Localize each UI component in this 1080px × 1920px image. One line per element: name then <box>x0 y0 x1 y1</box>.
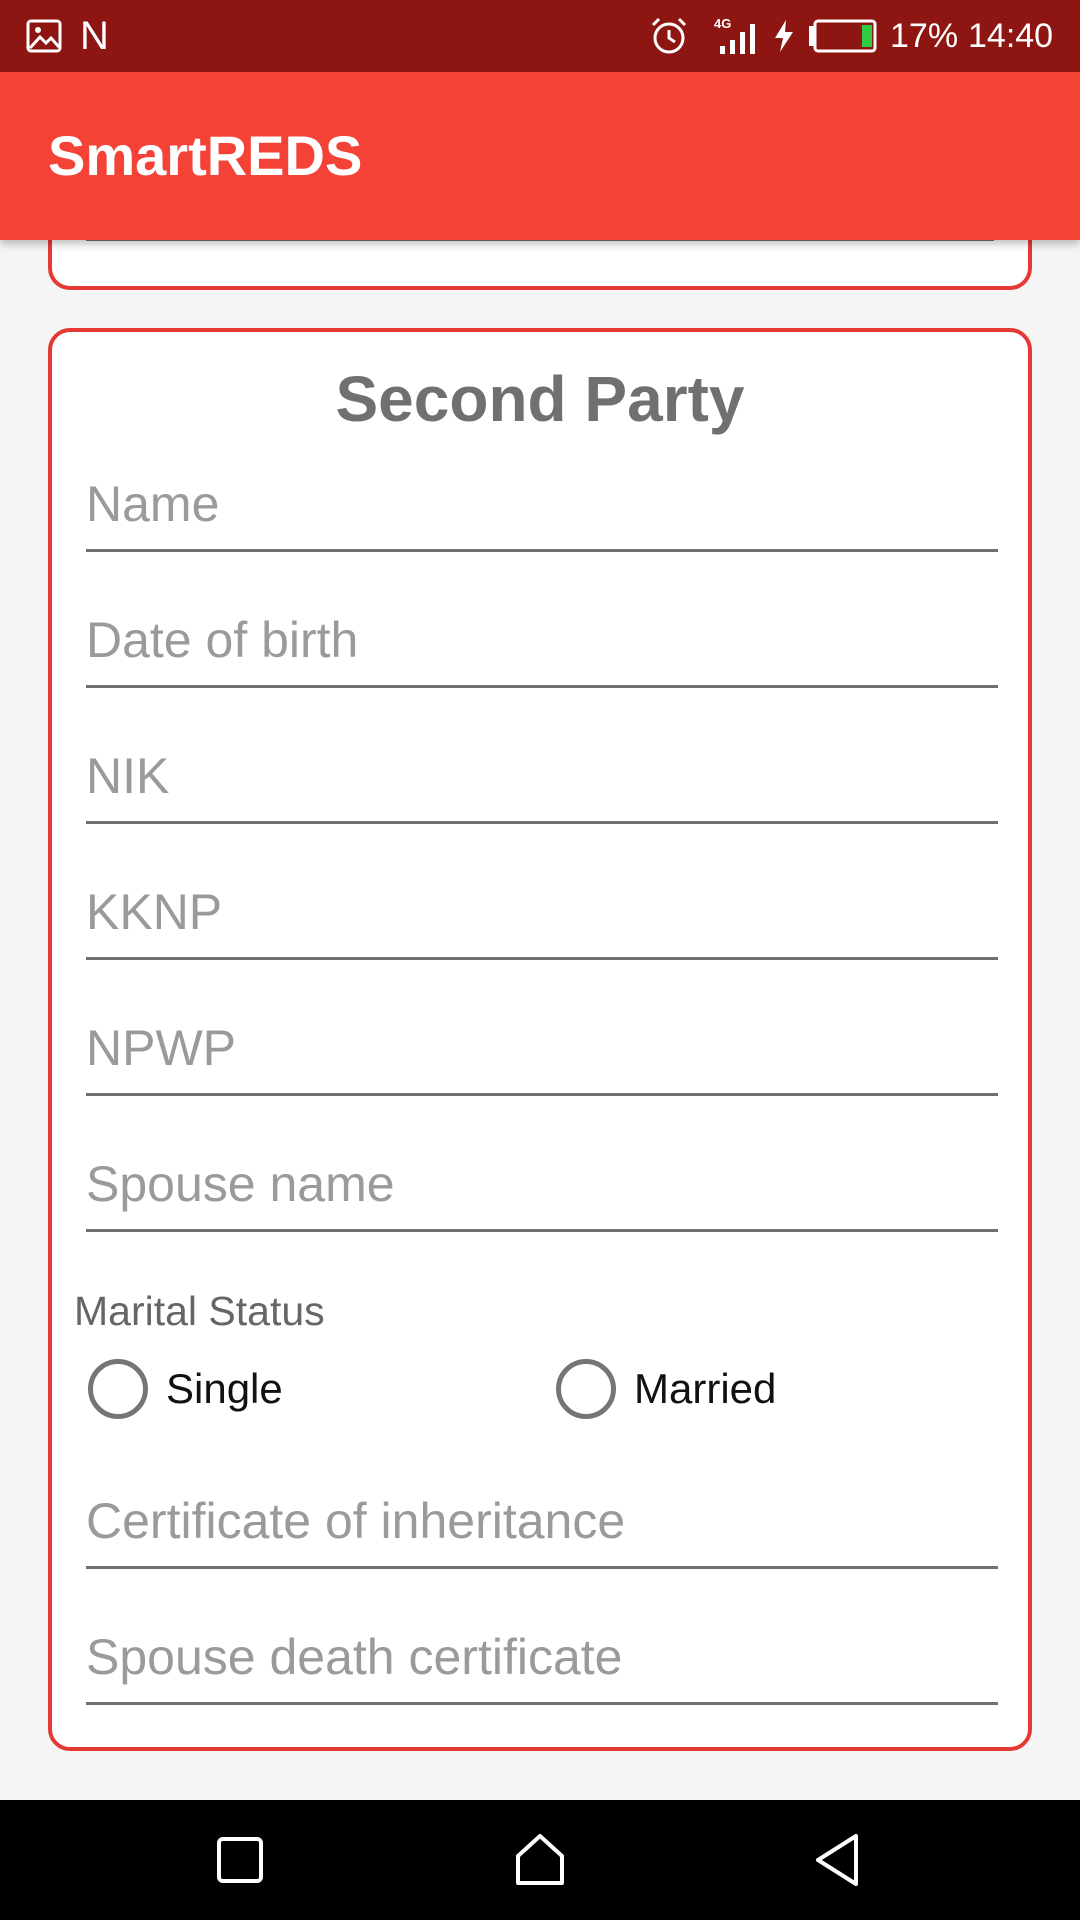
radio-single-label[interactable]: Single <box>166 1365 283 1413</box>
status-bar: N 4G 17% 14:40 <box>0 0 1080 72</box>
kknp-field[interactable] <box>86 880 998 960</box>
n-notification-icon: N <box>80 13 109 58</box>
app-bar: SmartREDS <box>0 72 1080 240</box>
image-icon <box>26 0 62 72</box>
radio-single[interactable]: Single <box>88 1354 283 1424</box>
npwp-field[interactable] <box>86 1016 998 1096</box>
radio-unchecked-icon[interactable] <box>556 1359 616 1419</box>
name-field[interactable] <box>86 472 998 552</box>
marital-status-label: Marital Status <box>74 1288 325 1334</box>
back-icon[interactable] <box>808 1830 868 1890</box>
nik-field[interactable] <box>86 744 998 824</box>
card-title: Second Party <box>335 363 745 435</box>
certificate-of-inheritance-field[interactable] <box>86 1489 998 1569</box>
alarm-icon <box>648 0 690 72</box>
charging-icon <box>772 0 796 72</box>
radio-unchecked-icon[interactable] <box>88 1359 148 1419</box>
spouse-name-field[interactable] <box>86 1152 998 1232</box>
radio-married[interactable]: Married <box>556 1354 776 1424</box>
date-of-birth-field[interactable] <box>86 608 998 688</box>
navigation-bar <box>0 1800 1080 1920</box>
battery-percent: 17% <box>890 16 959 55</box>
app-title: SmartREDS <box>48 124 363 187</box>
clock: 14:40 <box>968 16 1054 55</box>
second-party-card: Second Party Marital Status Single Marri… <box>48 328 1032 1751</box>
home-icon[interactable] <box>510 1830 570 1890</box>
network-type-label: 4G <box>714 16 731 31</box>
spouse-death-certificate-field[interactable] <box>86 1625 998 1705</box>
radio-married-label[interactable]: Married <box>634 1365 776 1413</box>
battery-icon <box>808 0 878 72</box>
signal-icon: 4G <box>712 0 762 72</box>
recent-apps-icon[interactable] <box>210 1830 270 1890</box>
